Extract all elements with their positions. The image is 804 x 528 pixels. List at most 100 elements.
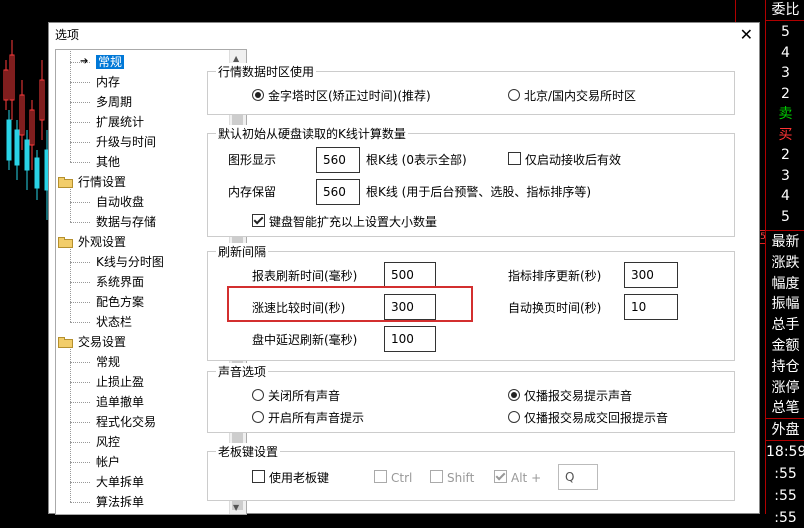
tree-item-label: 外观设置	[78, 235, 127, 249]
panel-time: :55	[774, 510, 797, 526]
panel-label: 最新	[771, 234, 800, 250]
boss-key-group: 老板键设置 使用老板键 Ctrl Shift Alt + Q	[207, 443, 735, 501]
radio-unchecked-icon	[508, 89, 520, 101]
folder-icon	[58, 177, 74, 188]
tree-item-label: 其他	[96, 155, 121, 169]
tree-item[interactable]: K线与分时图	[96, 252, 164, 272]
tree-folder[interactable]: 行情设置	[58, 172, 126, 192]
panel-label: 金额	[771, 338, 800, 354]
tree-item[interactable]: 升级与时间	[96, 132, 156, 152]
sound-group: 声音选项 关闭所有声音 仅播报交易提示声音 开启所有声音提示 仅播报交易成交回报…	[207, 363, 735, 433]
tree-item[interactable]: 常规	[96, 352, 120, 372]
panel-label: 振幅	[771, 296, 800, 313]
timezone-group: 行情数据时区使用 金字塔时区(矫正过时间)(推荐) 北京/国内交易所时区	[207, 63, 735, 115]
chart-display-label: 图形显示	[228, 153, 277, 167]
tree-item[interactable]: 内存	[96, 72, 120, 92]
kline-group: 默认初始从硬盘读取的K线计算数量 图形显示 560 根K线 (0表示全部) 仅启…	[207, 125, 735, 237]
timezone-group-title: 行情数据时区使用	[216, 63, 317, 80]
panel-row: 4	[781, 44, 790, 61]
memory-keep-input[interactable]: 560	[316, 179, 360, 205]
panel-row: 5	[781, 24, 790, 40]
sound-group-title: 声音选项	[216, 363, 269, 380]
alt-checkbox[interactable]: Alt +	[494, 470, 541, 486]
tree-item-label: K线与分时图	[96, 255, 164, 269]
sound-trade-only-radio[interactable]: 仅播报交易提示声音	[508, 388, 632, 404]
panel-label: 幅度	[771, 275, 800, 292]
tree-item[interactable]: 配色方案	[96, 292, 144, 312]
shift-checkbox[interactable]: Shift	[430, 470, 474, 486]
memory-keep-label: 内存保留	[228, 185, 277, 199]
chart-display-input[interactable]: 560	[316, 147, 360, 173]
panel-row: 买	[778, 126, 793, 143]
sound-on-all-radio[interactable]: 开启所有声音提示	[252, 410, 364, 426]
scroll-down-icon[interactable]: ▼	[233, 503, 239, 512]
tree-item[interactable]: 止损止盈	[96, 372, 144, 392]
tree-item[interactable]: 系统界面	[96, 272, 144, 292]
panel-label: 总笔	[771, 400, 800, 417]
panel-time: :55	[774, 488, 797, 504]
tree-item[interactable]: 追单撤单	[96, 392, 144, 412]
panel-row: 5	[781, 208, 790, 225]
tree-item[interactable]: 多周期	[96, 92, 132, 112]
candlestick-svg	[3, 40, 50, 220]
panel-label: 总手	[771, 317, 800, 334]
chart-display-suffix: 根K线 (0表示全部)	[366, 153, 467, 167]
only-after-start-checkbox[interactable]: 仅启动接收后有效	[508, 152, 621, 168]
checkbox-unchecked-icon	[508, 152, 521, 165]
delay-refresh-input[interactable]: 100	[384, 326, 436, 352]
options-dialog: 选项 ✕ ➔ 常规 内存 多周期 扩展统计 升级与时间 其他 行情设置 自动收盘 数据与存储 外观设…	[48, 22, 760, 515]
scroll-up-icon[interactable]: ▲	[233, 54, 239, 63]
smart-expand-checkbox[interactable]: 键盘智能扩充以上设置大小数量	[252, 214, 437, 230]
radio-unchecked-icon	[252, 389, 264, 401]
tree-item-label: 自动收盘	[96, 195, 145, 209]
boss-key-input[interactable]: Q	[558, 464, 598, 490]
kline-group-title: 默认初始从硬盘读取的K线计算数量	[216, 125, 408, 142]
tree-item-label: 常规	[96, 355, 121, 369]
tree-item-label: 状态栏	[96, 315, 133, 329]
tree-item[interactable]: 扩展统计	[96, 112, 144, 132]
radio-checked-icon	[252, 89, 264, 101]
memory-keep-suffix: 根K线 (用于后台预警、选股、指标排序等)	[366, 185, 592, 199]
ctrl-checkbox[interactable]: Ctrl	[374, 470, 412, 486]
panel-label: 持仓	[771, 358, 800, 375]
checkbox-checked-icon	[252, 214, 265, 227]
panel-header: 委比	[771, 2, 800, 18]
tree-item[interactable]: 自动收盘	[96, 192, 144, 212]
checkbox-unchecked-icon	[252, 470, 265, 483]
panel-outer-label: 外盘	[771, 422, 800, 438]
tree-item[interactable]: 大单拆单	[96, 472, 144, 492]
tree-folder[interactable]: 外观设置	[58, 232, 126, 252]
panel-label: 涨停	[771, 379, 800, 396]
tree-item-label: 算法拆单	[96, 495, 145, 509]
indicator-sort-label: 指标排序更新(秒)	[508, 269, 602, 283]
checkbox-unchecked-icon	[374, 470, 387, 483]
tree-item[interactable]: 其他	[96, 152, 120, 172]
tree-item[interactable]: ➔ 常规	[80, 52, 125, 72]
panel-label: 涨跌	[771, 254, 800, 271]
indicator-sort-input[interactable]: 300	[624, 262, 678, 288]
report-refresh-input[interactable]: 500	[384, 262, 436, 288]
radio-unchecked-icon	[252, 411, 264, 423]
use-boss-key-checkbox[interactable]: 使用老板键	[252, 470, 329, 486]
tree-item-label: 扩展统计	[96, 115, 145, 129]
tree-item[interactable]: 程式化交易	[96, 412, 156, 432]
tree-item[interactable]: 算法拆单	[96, 492, 144, 512]
tree-item[interactable]: 状态栏	[96, 312, 132, 332]
sound-off-all-radio[interactable]: 关闭所有声音	[252, 388, 340, 404]
refresh-group-title: 刷新间隔	[216, 243, 269, 260]
checkbox-checked-icon	[494, 470, 507, 483]
tree-item-label: 风控	[96, 435, 121, 449]
timezone-option-beijing[interactable]: 北京/国内交易所时区	[508, 88, 636, 104]
tree-item[interactable]: 帐户	[96, 452, 120, 472]
sound-trade-fill-radio[interactable]: 仅播报交易成交回报提示音	[508, 410, 668, 426]
tree-item[interactable]: 风控	[96, 432, 120, 452]
tree-folder[interactable]: 交易设置	[58, 332, 126, 352]
timezone-option-pyramid[interactable]: 金字塔时区(矫正过时间)(推荐)	[252, 88, 431, 104]
close-icon[interactable]: ✕	[740, 25, 753, 44]
tree-item-label: 止损止盈	[96, 375, 145, 389]
tree-item[interactable]: 数据与存储	[96, 212, 156, 232]
panel-row: 卖	[778, 106, 793, 122]
auto-page-input[interactable]: 10	[624, 294, 678, 320]
tree-item-label: 帐户	[96, 455, 121, 469]
delay-refresh-label: 盘中延迟刷新(毫秒)	[252, 333, 358, 347]
